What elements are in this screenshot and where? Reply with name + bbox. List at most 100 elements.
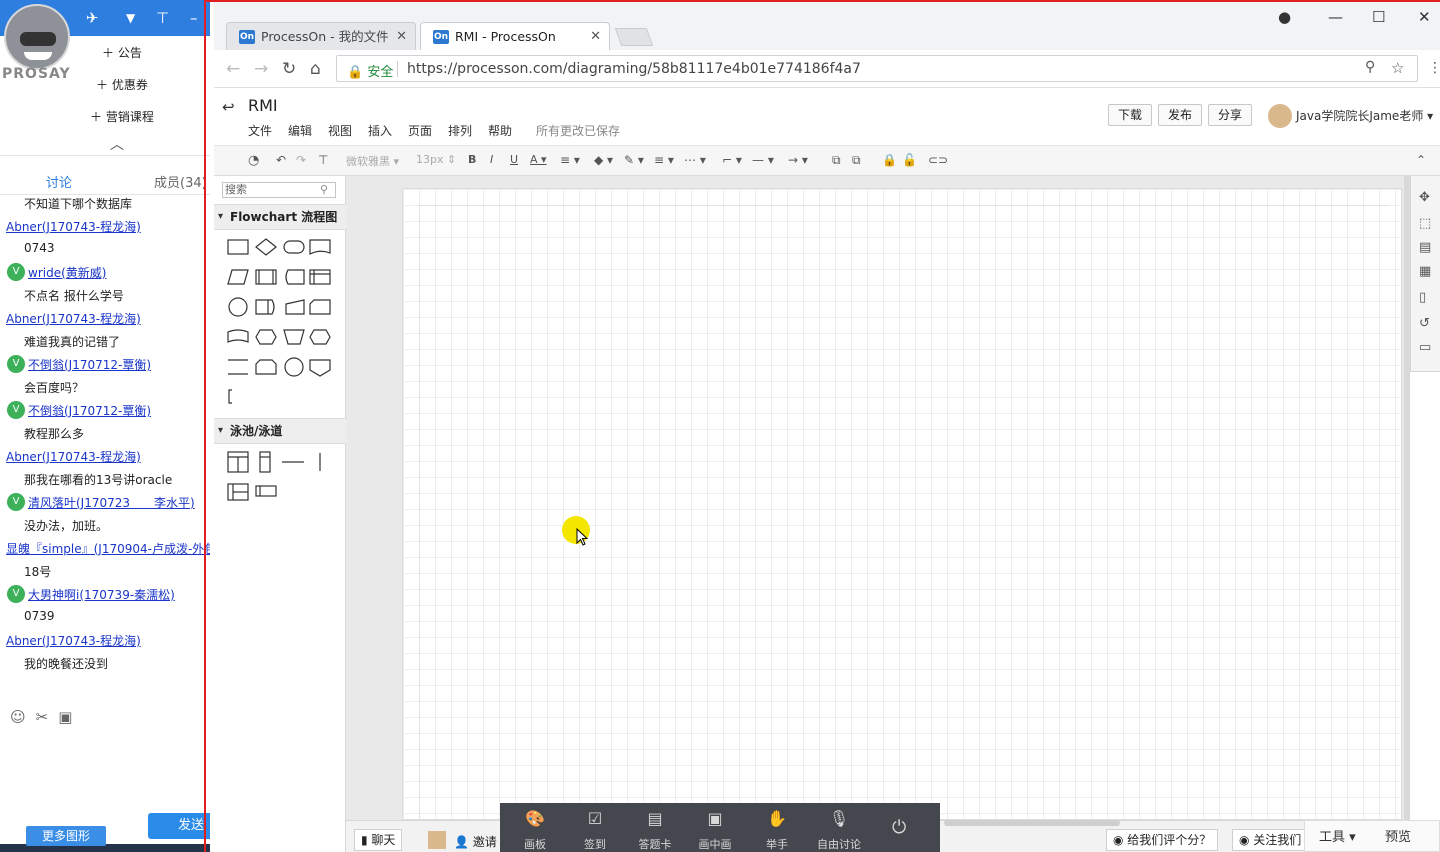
menu-course[interactable]: ＋ 营销课程 bbox=[90, 108, 154, 125]
maximize-window-icon[interactable]: ☐ bbox=[1372, 8, 1385, 26]
back-icon[interactable]: ← bbox=[226, 59, 240, 79]
bookmark-star-icon[interactable]: ☆ bbox=[1391, 59, 1404, 77]
power-icon[interactable]: ⏻ bbox=[892, 817, 906, 838]
profile-icon[interactable]: ● bbox=[1278, 8, 1291, 26]
document-title[interactable]: RMI bbox=[248, 96, 278, 115]
font-size-select[interactable]: 13px ⇕ bbox=[416, 153, 456, 166]
picture-in-picture-button[interactable]: ▣ 画中画 bbox=[690, 809, 740, 852]
tools-dropdown[interactable]: 工具 ▾ bbox=[1319, 826, 1356, 845]
search-icon[interactable]: ⚲ bbox=[320, 183, 328, 196]
chat-username[interactable]: 不倒翁(J170712-覃衡) bbox=[28, 402, 151, 419]
chat-button[interactable]: ▮ 聊天 bbox=[354, 829, 403, 851]
back-arrow-icon[interactable]: ↩ bbox=[222, 98, 235, 116]
link-icon[interactable]: ⊂⊃ bbox=[928, 153, 948, 167]
history-icon[interactable]: ↺ bbox=[1419, 316, 1430, 331]
answer-card-button[interactable]: ▤ 答题卡 bbox=[630, 809, 680, 852]
line-begin-icon[interactable]: — ▾ bbox=[752, 153, 774, 167]
collapse-icon[interactable]: ︿ bbox=[110, 134, 124, 154]
underline-icon[interactable]: U bbox=[510, 153, 518, 166]
preview-button[interactable]: 预览 bbox=[1385, 826, 1411, 845]
more-shapes-button[interactable]: 更多图形 bbox=[26, 826, 106, 846]
forward-icon[interactable]: → bbox=[254, 59, 268, 79]
font-family-select[interactable]: 微软雅黑 ▾ bbox=[346, 153, 399, 169]
chat-username[interactable]: Abner(J170743-程龙海) bbox=[6, 448, 141, 465]
line-style-icon[interactable]: ⋯ ▾ bbox=[684, 153, 706, 167]
browser-tab-files[interactable]: On ProcessOn - 我的文件 ✕ bbox=[226, 22, 416, 50]
home-icon[interactable]: ⌂ bbox=[310, 59, 321, 79]
close-tab-icon[interactable]: ✕ bbox=[396, 23, 407, 51]
browser-tab-rmi[interactable]: On RMI - ProcessOn ✕ bbox=[420, 22, 610, 50]
user-menu[interactable]: Java学院院长Jame老师 ▾ bbox=[1268, 104, 1433, 130]
comment-icon[interactable]: ▭ bbox=[1419, 340, 1431, 355]
canvas-area[interactable] bbox=[346, 176, 1410, 825]
url-text[interactable]: https://processon.com/diagraming/58b8111… bbox=[407, 61, 861, 77]
image-icon[interactable]: ▣ bbox=[58, 708, 72, 726]
shape-search-input[interactable]: 搜索 bbox=[222, 182, 336, 198]
font-color-icon[interactable]: A ▾ bbox=[530, 153, 547, 166]
scissors-icon[interactable]: ✂ bbox=[36, 708, 49, 726]
minimize-window-icon[interactable]: — bbox=[1328, 8, 1343, 26]
swimlane-shapes[interactable] bbox=[224, 448, 336, 508]
line-color-icon[interactable]: ✎ ▾ bbox=[624, 153, 644, 167]
zoom-icon[interactable]: ⚲ bbox=[1365, 59, 1375, 75]
menu-insert[interactable]: 插入 bbox=[368, 122, 392, 139]
close-tab-icon[interactable]: ✕ bbox=[590, 23, 601, 51]
send-back-icon[interactable]: ⧉ bbox=[852, 153, 861, 168]
diagram-page[interactable] bbox=[402, 188, 1402, 825]
tab-discussion[interactable]: 讨论 bbox=[46, 172, 72, 191]
rate-us-link[interactable]: ◉ 给我们评个分？ bbox=[1106, 829, 1219, 851]
pin-icon[interactable]: ⊤ bbox=[156, 11, 169, 26]
line-width-icon[interactable]: ≡ ▾ bbox=[654, 153, 674, 167]
line-end-icon[interactable]: → ▾ bbox=[788, 153, 808, 167]
section-flowchart[interactable]: Flowchart 流程图 bbox=[214, 204, 346, 230]
menu-coupon[interactable]: ＋ 优惠券 bbox=[96, 76, 148, 93]
lock-icon[interactable]: 🔒 bbox=[882, 153, 897, 167]
chat-username[interactable]: Abner(J170743-程龙海) bbox=[6, 310, 141, 327]
send-button[interactable]: 发送 bbox=[148, 813, 210, 839]
style-icon[interactable]: ⬚ bbox=[1419, 216, 1431, 231]
share-button[interactable]: 分享 bbox=[1208, 104, 1252, 126]
align-icon[interactable]: ≡ ▾ bbox=[560, 153, 580, 167]
menu-help[interactable]: 帮助 bbox=[488, 122, 512, 139]
undo-icon[interactable]: ↶ bbox=[276, 153, 286, 167]
free-discussion-button[interactable]: 🎙 自由讨论 bbox=[814, 809, 864, 852]
menu-notice[interactable]: ＋ 公告 bbox=[102, 44, 142, 61]
flowchart-shapes[interactable] bbox=[224, 234, 336, 404]
chat-username[interactable]: Abner(J170743-程龙海) bbox=[6, 632, 141, 649]
new-tab-button[interactable] bbox=[614, 28, 654, 46]
chat-username[interactable]: 大男神啊i(170739-秦濡松) bbox=[28, 586, 175, 603]
chat-username[interactable]: wride(黄新威) bbox=[28, 264, 106, 281]
italic-icon[interactable]: I bbox=[490, 153, 493, 166]
emoji-icon[interactable]: ☺ bbox=[10, 708, 26, 726]
menu-arrange[interactable]: 排列 bbox=[448, 122, 472, 139]
follow-us-link[interactable]: ◉ 关注我们 bbox=[1232, 829, 1308, 851]
reload-icon[interactable]: ↻ bbox=[282, 59, 296, 79]
horizontal-scrollbar[interactable] bbox=[944, 820, 1120, 826]
menu-page[interactable]: 页面 bbox=[408, 122, 432, 139]
tab-members[interactable]: 成员(34) bbox=[154, 172, 207, 191]
dropdown-icon[interactable]: ▼ bbox=[126, 11, 135, 26]
publish-button[interactable]: 发布 bbox=[1158, 104, 1202, 126]
page-settings-icon[interactable]: ▦ bbox=[1419, 264, 1431, 279]
raise-hand-button[interactable]: ✋ 举手 bbox=[752, 809, 802, 852]
menu-edit[interactable]: 编辑 bbox=[288, 122, 312, 139]
plane-icon[interactable]: ✈ bbox=[86, 11, 99, 26]
bring-front-icon[interactable]: ⧉ bbox=[832, 153, 841, 168]
format-painter-icon[interactable]: ⊤ bbox=[318, 153, 328, 167]
url-field[interactable]: 🔒 安全 https://processon.com/diagraming/58… bbox=[336, 55, 1418, 82]
data-icon[interactable]: ▤ bbox=[1419, 240, 1431, 255]
invite-button[interactable]: 👤 邀请 bbox=[454, 833, 497, 850]
menu-file[interactable]: 文件 bbox=[248, 122, 272, 139]
more-menu-icon[interactable]: ⋮ bbox=[1428, 60, 1440, 76]
chat-username[interactable]: 显魄『simple』(J170904-卢成泼-外包 bbox=[6, 540, 210, 557]
redo-icon[interactable]: ↷ bbox=[296, 153, 306, 167]
unlock-icon[interactable]: 🔓 bbox=[902, 153, 917, 167]
minimize-icon[interactable]: – bbox=[190, 11, 198, 26]
section-swimlane[interactable]: 泳池/泳道 bbox=[214, 418, 346, 444]
chat-username[interactable]: 清风落叶(J170723 李水平) bbox=[28, 494, 195, 511]
whiteboard-button[interactable]: 🎨 画板 bbox=[510, 809, 560, 852]
collapse-toolbar-icon[interactable]: ⌃ bbox=[1416, 153, 1426, 167]
download-button[interactable]: 下载 bbox=[1108, 104, 1152, 126]
document-icon[interactable]: ▯ bbox=[1419, 290, 1426, 305]
sign-in-button[interactable]: ☑ 签到 bbox=[570, 809, 620, 852]
